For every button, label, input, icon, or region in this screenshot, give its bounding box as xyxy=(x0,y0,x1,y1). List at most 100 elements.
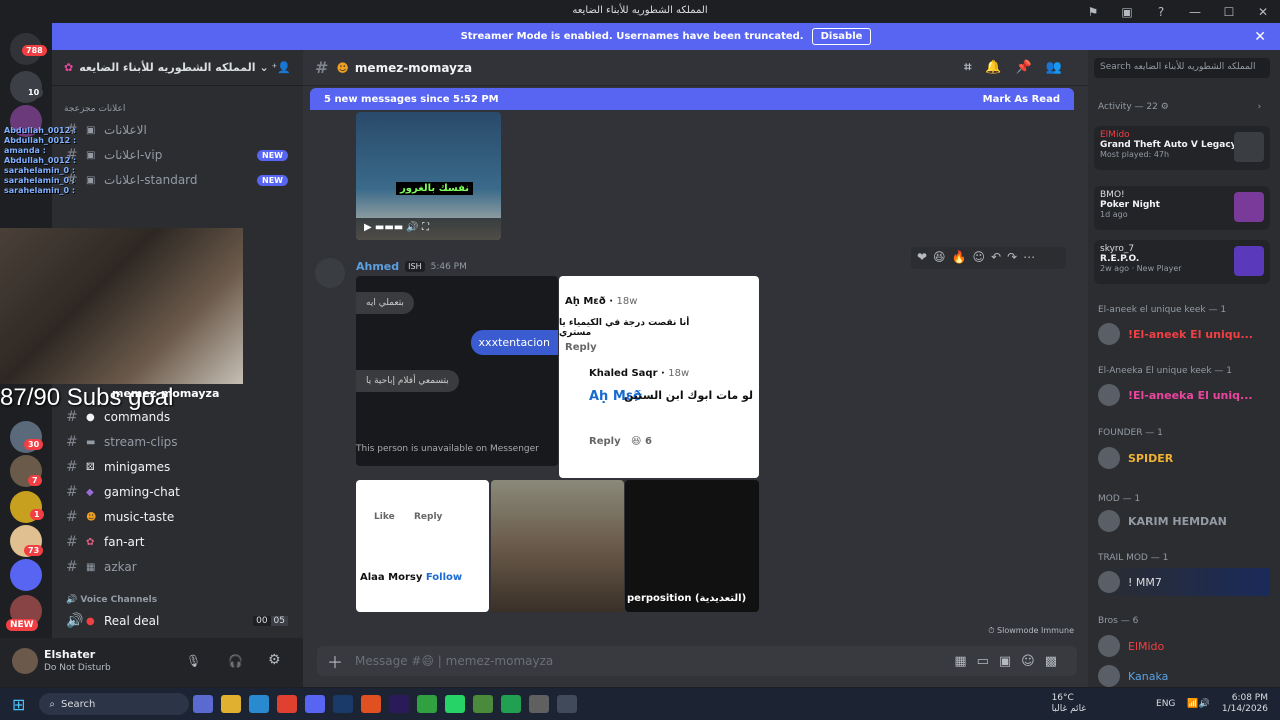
app-icon[interactable] xyxy=(529,695,550,713)
brave-icon[interactable] xyxy=(361,695,382,713)
whatsapp-icon[interactable] xyxy=(445,695,466,713)
premiere-icon[interactable] xyxy=(389,695,410,713)
new-messages-bar[interactable]: 5 new messages since 5:52 PM Mark As Rea… xyxy=(310,88,1074,110)
channel-gaming-chat[interactable]: # ◆ gaming-chat xyxy=(60,480,292,504)
category-announcements[interactable]: اعلانات مجزعجة xyxy=(64,104,125,114)
game-icon xyxy=(1234,132,1264,162)
channel-vip[interactable]: # ▣ اعلانات-vip NEW xyxy=(60,143,292,167)
monitor-icon[interactable]: ▣ xyxy=(1110,5,1144,19)
meme-image-facebook[interactable]: Like Reply Alaa Morsy Follow xyxy=(356,480,489,612)
message-actions[interactable]: ❤😆🔥☺↶↷⋯ xyxy=(911,247,1066,269)
channel-label: Real deal xyxy=(104,614,160,628)
activity-card[interactable]: BMO! Poker Night 1d ago xyxy=(1094,186,1270,230)
excel-icon[interactable] xyxy=(501,695,522,713)
video-controls[interactable]: ▶ ▬▬▬ 🔊 ⛶ xyxy=(356,218,501,240)
channel-stream-clips[interactable]: # ▬ stream-clips xyxy=(60,430,292,454)
channel-standard[interactable]: # ▣ اعلانات-standard NEW xyxy=(60,168,292,192)
game-icon xyxy=(1234,246,1264,276)
attach-plus-icon[interactable]: ＋ xyxy=(327,649,343,673)
video-embed[interactable]: نفسك بالغرور ▶ ▬▬▬ 🔊 ⛶ xyxy=(356,112,501,240)
chevron-right-icon[interactable]: › xyxy=(1258,102,1262,112)
avatar[interactable] xyxy=(12,648,38,674)
member-item[interactable]: !El-aneeka El uniq... xyxy=(1098,381,1270,409)
avatar xyxy=(1098,323,1120,345)
microphone-icon[interactable]: 🎙 xyxy=(186,654,201,668)
maximize-icon[interactable]: ☐ xyxy=(1212,5,1246,19)
member-name: Kanaka xyxy=(1128,669,1169,683)
voice-channel-real-deal[interactable]: 🔊 ● Real deal 00 05 xyxy=(60,609,292,633)
composer-icons[interactable]: ▦▭▣☺▩ xyxy=(954,654,1067,669)
unavailable-text: This person is unavailable on Messenger xyxy=(356,444,539,454)
member-item[interactable]: ! MM7 xyxy=(1098,568,1270,596)
close-window-icon[interactable]: ✕ xyxy=(1246,5,1280,19)
header-toolbar-icons[interactable]: ⌗🔔📌👥 xyxy=(964,60,1076,75)
clock[interactable]: 6:08 PM 1/14/2026 xyxy=(1222,693,1268,715)
server-badge: 30 xyxy=(24,439,44,450)
minimize-icon[interactable]: — xyxy=(1178,5,1212,19)
weather-desc: غائم غالبا xyxy=(1051,704,1087,714)
disable-button[interactable]: Disable xyxy=(811,28,872,45)
chat-bubble: بتعملي ايه xyxy=(356,292,414,314)
reply-link: Reply xyxy=(414,512,443,522)
smiley-icon: ☻ xyxy=(336,60,349,75)
minecraft-icon[interactable] xyxy=(473,695,494,713)
app-icon[interactable] xyxy=(417,695,438,713)
activity-card[interactable]: skyro_7 R.E.P.O. 2w ago · New Player xyxy=(1094,240,1270,284)
overlay-chat-line: Abdullah_0012 : xyxy=(4,136,77,145)
chat-area: # ☻ memez-momayza ⌗🔔📌👥 5 new messages si… xyxy=(303,50,1088,687)
lang-indicator[interactable]: ENG xyxy=(1156,699,1175,709)
taskbar-search[interactable]: ⌕ Search xyxy=(39,693,190,715)
channel-azkar[interactable]: # ▦ azkar xyxy=(60,555,292,579)
teams-icon[interactable] xyxy=(193,695,214,713)
overlay-chat-line: Abdullah_0012 : xyxy=(4,126,77,135)
member-item[interactable]: SPIDER xyxy=(1098,444,1270,472)
username[interactable]: Elshater xyxy=(44,648,95,661)
inbox-flag-icon[interactable]: ⚑ xyxy=(1076,5,1110,19)
search-input[interactable]: Search المملكه الشطوريه للأبناء الضايعه xyxy=(1094,58,1270,78)
overlay-chat-line: sarahelamin_0 : xyxy=(4,186,76,195)
message-input[interactable]: ＋ Message #😄 | memez-momayza ▦▭▣☺▩ xyxy=(317,646,1077,676)
photoshop-icon[interactable] xyxy=(333,695,354,713)
weather-widget[interactable]: 16°C غائم غالبا xyxy=(1052,693,1086,715)
discord-icon[interactable] xyxy=(305,695,326,713)
add-member-icon[interactable]: ⁺👤 xyxy=(271,61,291,74)
edge-icon[interactable] xyxy=(249,695,270,713)
member-item[interactable]: KARIM HEMDAN xyxy=(1098,507,1270,535)
avatar[interactable] xyxy=(315,258,345,288)
activity-card[interactable]: ElMido Grand Theft Auto V Legacy Most pl… xyxy=(1094,126,1270,170)
chrome-icon[interactable] xyxy=(277,695,298,713)
settings-gear-icon[interactable]: ⚙ xyxy=(268,652,281,668)
server-header[interactable]: ✿ المملكه الشطوريه للأبناء الضايعه ⌄ ⁺👤 xyxy=(52,50,303,86)
channel-music-taste[interactable]: # ☻ music-taste xyxy=(60,505,292,529)
help-icon[interactable]: ? xyxy=(1144,5,1178,19)
network-volume-icons[interactable]: 📶🔊 xyxy=(1187,699,1209,709)
file-explorer-icon[interactable] xyxy=(221,695,242,713)
channel-announcements[interactable]: # ▣ الاعلانات xyxy=(60,118,292,142)
fb-user-name: Alaa Morsy xyxy=(360,572,423,583)
close-banner-icon[interactable]: ✕ xyxy=(1254,29,1266,45)
channel-minigames[interactable]: # ⚄ minigames xyxy=(60,455,292,479)
channel-emoji-icon: ⚄ xyxy=(86,461,95,473)
calculator-icon[interactable] xyxy=(557,695,578,713)
server-icon[interactable] xyxy=(10,559,42,591)
meme-image-photo[interactable] xyxy=(491,480,624,612)
author-name[interactable]: Ahmed xyxy=(356,260,399,273)
voice-limit: 05 xyxy=(270,616,288,626)
hash-icon: # xyxy=(315,58,329,77)
meme-image-comments[interactable]: Aḥ Mɛð · 18w أنا نقصت درجة في الكيمياء ي… xyxy=(559,276,759,478)
member-item[interactable]: !El-aneek El uniqu... xyxy=(1098,320,1270,348)
member-item[interactable]: Kanaka xyxy=(1098,662,1270,690)
headphones-icon[interactable]: 🎧 xyxy=(228,654,243,668)
meme-image-text[interactable]: perposition (التعديدية) xyxy=(625,480,759,612)
mark-as-read-button[interactable]: Mark As Read xyxy=(983,94,1060,105)
avatar xyxy=(1098,665,1120,687)
channel-fan-art[interactable]: # ✿ fan-art xyxy=(60,530,292,554)
member-name: ! MM7 xyxy=(1128,575,1162,589)
meme-image-messenger[interactable]: بتعملي ايه xxxtentacion بتسمعي أفلام إبا… xyxy=(356,276,558,466)
streamer-mode-banner: Streamer Mode is enabled. Usernames have… xyxy=(52,23,1280,50)
channel-emoji-icon: ● xyxy=(86,615,95,627)
voice-category[interactable]: 🔊 Voice Channels xyxy=(66,595,157,605)
windows-start-icon[interactable]: ⊞ xyxy=(12,695,25,714)
avatar xyxy=(1098,447,1120,469)
member-item[interactable]: ElMido xyxy=(1098,632,1270,660)
